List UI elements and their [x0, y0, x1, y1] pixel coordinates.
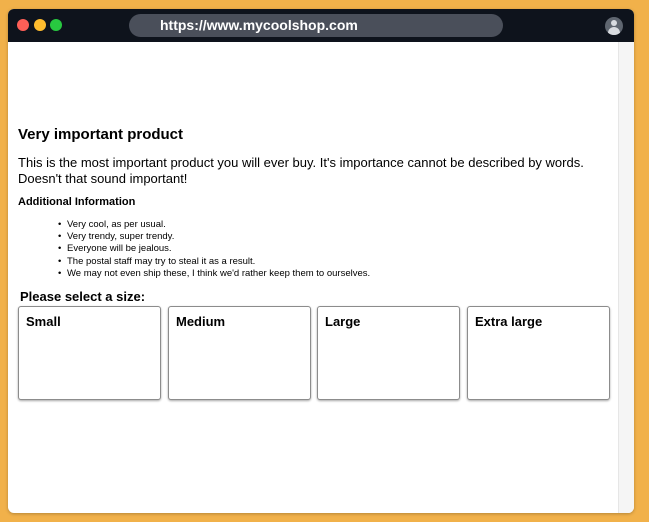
feature-item: The postal staff may try to steal it as … — [58, 256, 370, 268]
scrollbar[interactable] — [618, 42, 634, 513]
product-title: Very important product — [18, 126, 184, 143]
size-option-medium[interactable]: Medium — [168, 306, 311, 400]
browser-titlebar: https://www.mycoolshop.com — [8, 9, 634, 42]
additional-info-heading: Additional Information — [18, 196, 136, 208]
feature-item: Very cool, as per usual. — [58, 219, 370, 231]
feature-item: We may not even ship these, I think we'd… — [58, 268, 370, 280]
browser-window: https://www.mycoolshop.com Very importan… — [8, 9, 634, 513]
close-icon[interactable] — [17, 19, 29, 31]
minimize-icon[interactable] — [34, 19, 46, 31]
size-option-small[interactable]: Small — [18, 306, 161, 400]
feature-list: Very cool, as per usual. Very trendy, su… — [58, 219, 370, 280]
profile-avatar-icon[interactable] — [605, 17, 623, 35]
address-bar[interactable]: https://www.mycoolshop.com — [129, 14, 503, 37]
size-option-large[interactable]: Large — [317, 306, 460, 400]
feature-item: Very trendy, super trendy. — [58, 231, 370, 243]
size-prompt: Please select a size: — [20, 289, 146, 304]
zoom-icon[interactable] — [50, 19, 62, 31]
size-option-extra-large[interactable]: Extra large — [467, 306, 610, 400]
feature-item: Everyone will be jealous. — [58, 243, 370, 255]
product-description: This is the most important product you w… — [18, 155, 584, 186]
